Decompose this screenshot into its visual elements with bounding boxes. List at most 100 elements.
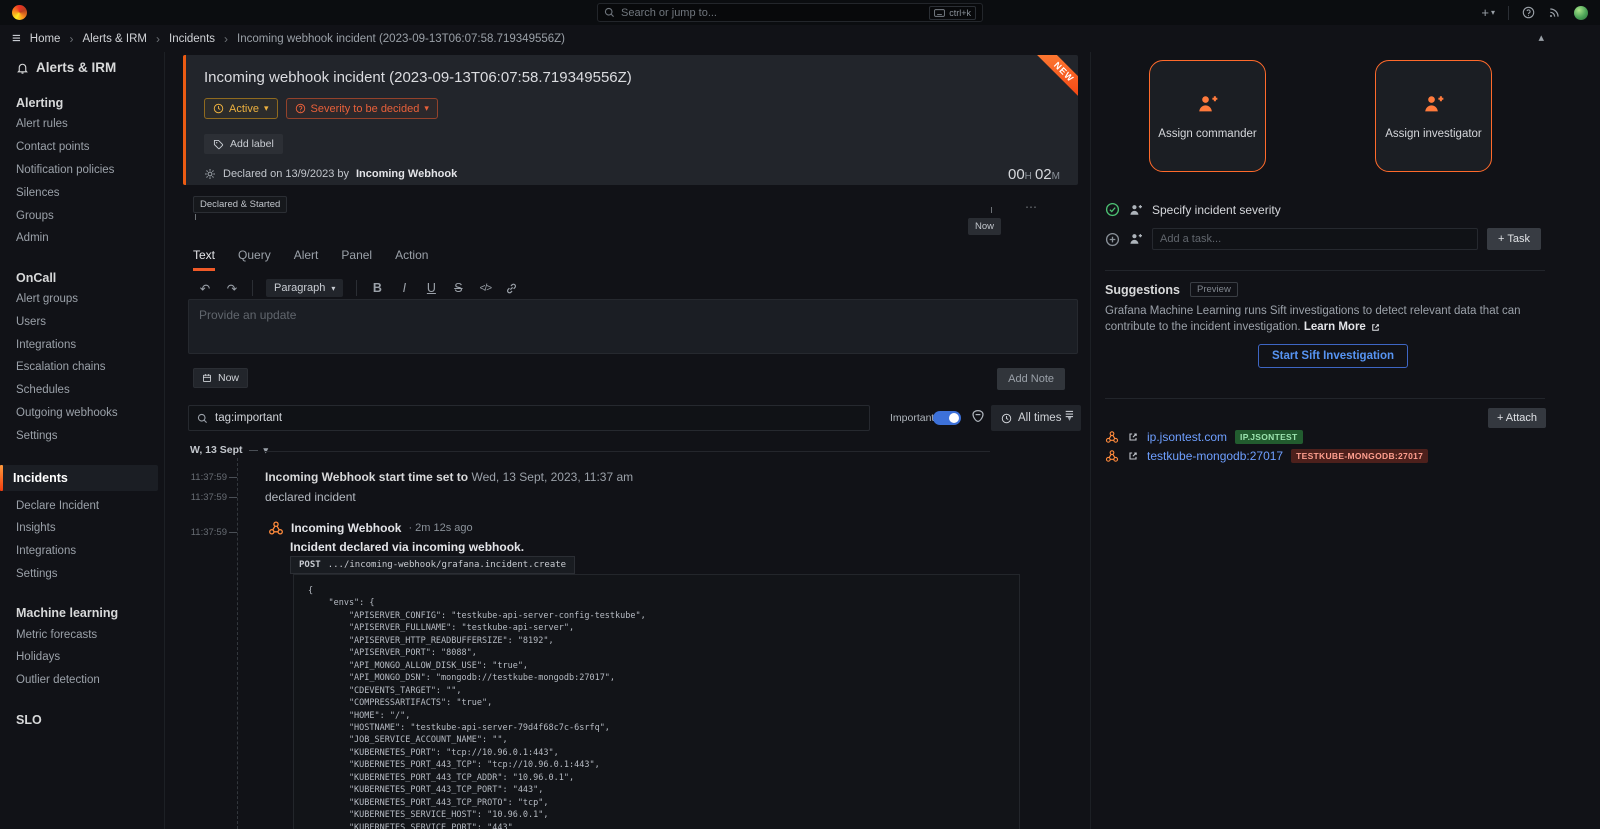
sidebar-item-incident-integrations[interactable]: Integrations [0,540,164,563]
timeline-now-chip: Now [968,218,1001,235]
sidebar-item-admin[interactable]: Admin [0,227,164,250]
event-author: Incoming Webhook [291,521,401,535]
assign-commander-card[interactable]: Assign commander [1149,60,1266,172]
feed-view-options-icon[interactable]: ≡ [1065,406,1074,423]
paragraph-label: Paragraph [274,282,325,294]
attachment-badge: TESTKUBE-MONGODB:27017 [1291,449,1428,463]
feed-search[interactable] [188,405,870,431]
incident-title: Incoming webhook incident (2023-09-13T06… [186,55,1078,86]
severity-badge[interactable]: Severity to be decided ▾ [286,98,438,119]
note-editor-tabs: Text Query Alert Panel Action [193,248,428,271]
sidebar-item-users[interactable]: Users [0,310,164,333]
sift-filter-icon[interactable] [971,409,985,423]
plus-circle-icon[interactable] [1105,232,1120,247]
feed-date-header[interactable]: W, 13 Sept ▾ [190,444,268,456]
timestamp-now-button[interactable]: Now [193,368,248,388]
status-label: Active [229,103,259,115]
check-circle-icon[interactable] [1105,202,1120,217]
redo-icon[interactable]: ↷ [225,281,239,296]
sidebar-item-outlier-detection[interactable]: Outlier detection [0,669,164,692]
incident-badges: Active ▾ Severity to be decided ▾ [204,98,1078,119]
feed-search-input[interactable] [215,412,861,424]
grafana-logo[interactable] [12,5,27,20]
sidebar-item-holidays[interactable]: Holidays [0,646,164,669]
external-link-icon[interactable] [1127,450,1139,462]
sidebar-section-alerting: Alerting [16,96,164,110]
attach-button[interactable]: + Attach [1488,408,1546,428]
add-menu-button[interactable]: + ▾ [1481,6,1495,19]
sidebar-item-contact-points[interactable]: Contact points [0,136,164,159]
sidebar-section-ml: Machine learning [16,606,164,620]
learn-more-link[interactable]: Learn More [1304,319,1381,335]
link-button[interactable] [505,282,519,295]
event-rest-text: Wed, 13 Sept, 2023, 11:37 am [468,470,633,484]
learn-more-label: Learn More [1304,319,1366,335]
news-rss-icon[interactable] [1548,6,1561,19]
user-avatar[interactable] [1574,6,1588,20]
tab-text[interactable]: Text [193,248,215,271]
suggestions-title: Suggestions [1105,283,1180,297]
paragraph-style-dropdown[interactable]: Paragraph ▾ [266,279,343,297]
tab-action[interactable]: Action [395,248,428,271]
sidebar-item-notification-policies[interactable]: Notification policies [0,159,164,182]
attachment-link[interactable]: ip.jsontest.com [1147,430,1227,444]
chevron-down-icon: ▾ [264,445,269,456]
sidebar-item-incident-settings[interactable]: Settings [0,563,164,586]
menu-hamburger-icon[interactable]: ≡ [12,31,21,46]
sidebar-item-oncall-settings[interactable]: Settings [0,424,164,447]
strikethrough-button[interactable]: S [451,281,465,295]
code-button[interactable]: </> [478,283,492,294]
add-task-input[interactable] [1152,228,1478,250]
tab-query[interactable]: Query [238,248,271,271]
italic-button[interactable]: I [397,281,411,295]
external-link-icon[interactable] [1127,431,1139,443]
sidebar-section-incidents-active[interactable]: Incidents [0,465,158,491]
person-plus-icon[interactable] [1129,203,1143,217]
task-row-done: Specify incident severity [1105,202,1281,217]
editor-toolbar: ↶ ↷ Paragraph ▾ B I U S </> [198,279,519,297]
sidebar-item-alert-rules[interactable]: Alert rules [0,113,164,136]
sidebar-item-declare-incident[interactable]: Declare Incident [0,494,164,517]
add-task-button[interactable]: + Task [1487,228,1541,250]
underline-button[interactable]: U [424,281,438,295]
task-row-add: + Task [1105,228,1541,250]
sidebar-item-alert-groups[interactable]: Alert groups [0,288,164,311]
sidebar-item-outgoing-webhooks[interactable]: Outgoing webhooks [0,402,164,425]
undo-icon[interactable]: ↶ [198,281,212,296]
assign-investigator-card[interactable]: Assign investigator [1375,60,1492,172]
sidebar-item-groups[interactable]: Groups [0,204,164,227]
breadcrumb-home[interactable]: Home [30,33,61,45]
bold-button[interactable]: B [370,281,384,295]
sidebar-item-insights[interactable]: Insights [0,517,164,540]
person-plus-icon[interactable] [1129,232,1143,246]
start-sift-investigation-button[interactable]: Start Sift Investigation [1258,344,1408,368]
chevron-up-icon[interactable]: ▴ [1538,31,1544,44]
status-badge[interactable]: Active ▾ [204,98,278,119]
event-time-ago: · 2m 12s ago [408,522,472,534]
update-textarea[interactable] [188,299,1078,354]
calendar-icon [202,373,212,383]
tab-panel[interactable]: Panel [341,248,372,271]
help-icon[interactable] [1522,6,1535,19]
clock-icon [213,103,224,114]
sidebar-item-metric-forecasts[interactable]: Metric forecasts [0,623,164,646]
sidebar-item-silences[interactable]: Silences [0,181,164,204]
sidebar-item-integrations[interactable]: Integrations [0,333,164,356]
sidebar-item-schedules[interactable]: Schedules [0,379,164,402]
sidebar-item-escalation-chains[interactable]: Escalation chains [0,356,164,379]
global-search-input[interactable] [621,7,923,19]
global-search[interactable]: ctrl+k [597,3,983,22]
add-label-button[interactable]: Add label [204,134,283,154]
breadcrumb-current: Incoming webhook incident (2023-09-13T06… [237,33,565,45]
add-note-button[interactable]: Add Note [997,368,1065,390]
attachment-badge: IP.JSONTEST [1235,430,1302,444]
breadcrumb-incidents[interactable]: Incidents [169,33,215,45]
important-toggle[interactable] [933,411,961,425]
timeline-more-icon[interactable]: ⋯ [1025,200,1037,214]
tick-mark [249,450,258,451]
person-plus-icon [1423,93,1445,115]
tab-alert[interactable]: Alert [294,248,319,271]
webhook-payload-code[interactable]: { "envs": { "APISERVER_CONFIG": "testkub… [293,574,1020,829]
breadcrumb-alerts-irm[interactable]: Alerts & IRM [82,33,147,45]
attachment-link[interactable]: testkube-mongodb:27017 [1147,449,1283,463]
